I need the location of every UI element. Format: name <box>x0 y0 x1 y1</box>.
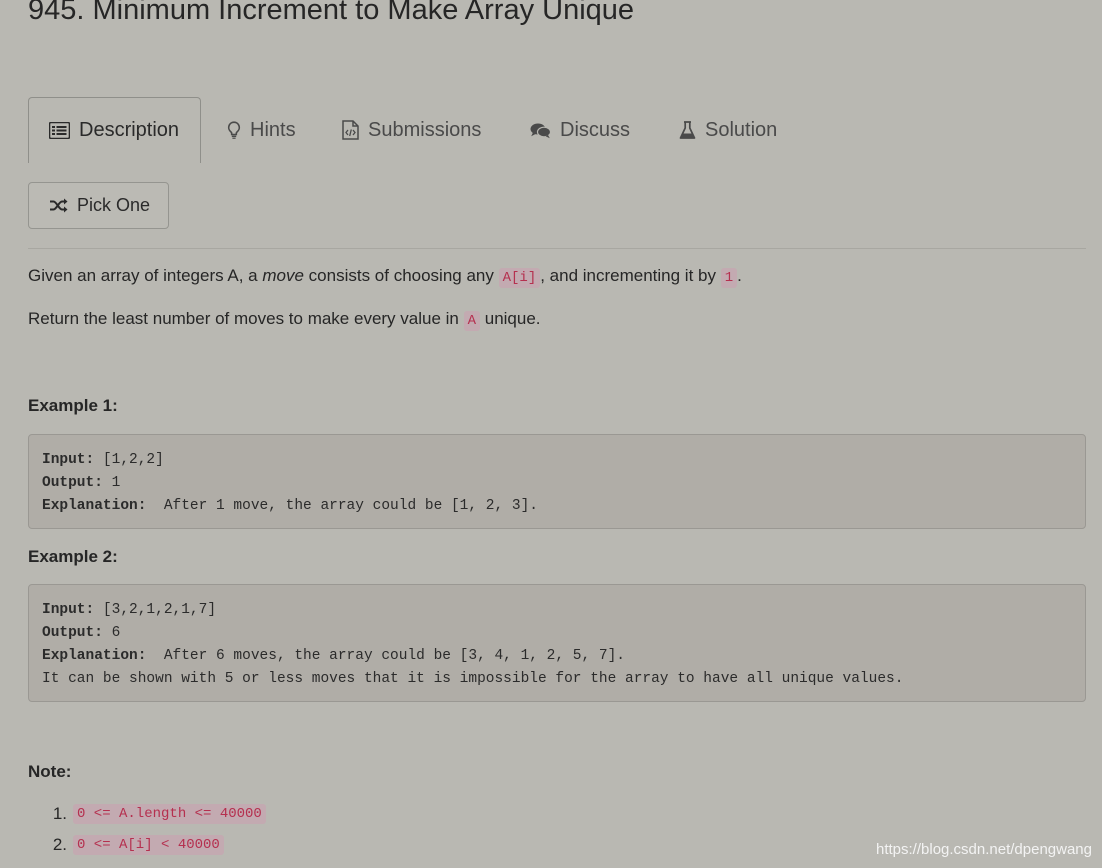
output-value: 6 <box>102 625 121 641</box>
lightbulb-icon <box>227 121 241 139</box>
description-line-2: Return the least number of moves to make… <box>28 309 541 331</box>
divider <box>28 248 1086 249</box>
input-label: Input: <box>42 602 95 618</box>
output-label: Output: <box>42 475 103 491</box>
comments-icon <box>530 122 551 139</box>
list-icon <box>49 122 70 139</box>
tab-label: Description <box>79 119 180 141</box>
explanation-value: After 1 move, the array could be [1, 2, … <box>146 498 538 514</box>
input-value: [3,2,1,2,1,7] <box>94 602 217 618</box>
flask-icon <box>679 120 696 140</box>
note-heading: Note: <box>28 762 72 781</box>
inline-code: 0 <= A[i] < 40000 <box>73 835 224 855</box>
tab-label: Solution <box>705 118 778 141</box>
list-number: 1. <box>52 804 67 823</box>
explanation-label: Explanation: <box>42 498 147 514</box>
description-text: Return the least number of moves to make… <box>28 309 464 328</box>
pick-one-label: Pick One <box>77 195 151 215</box>
watermark: https://blog.csdn.net/dpengwang <box>876 841 1092 858</box>
list-number: 2. <box>52 835 67 854</box>
example-1-heading: Example 1: <box>28 396 118 415</box>
inline-code: 1 <box>720 268 738 288</box>
inline-code: A <box>463 311 481 331</box>
explanation-extra: It can be shown with 5 or less moves tha… <box>42 671 904 687</box>
explanation-value: After 6 moves, the array could be [3, 4,… <box>146 648 625 664</box>
explanation-label: Explanation: <box>42 648 147 664</box>
description-text: unique. <box>480 309 541 328</box>
example-2-heading: Example 2: <box>28 547 118 566</box>
tab-description[interactable]: Description <box>28 97 201 163</box>
emphasis-move: move <box>262 266 304 285</box>
tab-solution[interactable]: Solution <box>679 97 777 163</box>
description-text: , and incrementing it by <box>540 266 721 285</box>
list-item: 2. 0 <= A[i] < 40000 <box>28 835 224 855</box>
tab-label: Discuss <box>560 118 631 141</box>
description-text: consists of choosing any <box>303 266 499 285</box>
tab-label: Hints <box>250 118 296 141</box>
problem-title: 945. Minimum Increment to Make Array Uni… <box>28 0 635 26</box>
inline-code: 0 <= A.length <= 40000 <box>73 804 266 824</box>
input-label: Input: <box>42 452 95 468</box>
shuffle-icon <box>49 198 68 213</box>
problem-page: 945. Minimum Increment to Make Array Uni… <box>0 0 1102 868</box>
output-label: Output: <box>42 625 103 641</box>
tab-label: Submissions <box>368 118 482 141</box>
tab-discuss[interactable]: Discuss <box>530 97 630 163</box>
inline-code: A[i] <box>498 268 541 288</box>
description-text: . <box>737 266 742 285</box>
tab-bar: Description Hints Submissions Discuss So… <box>28 97 1086 163</box>
tab-submissions[interactable]: Submissions <box>342 97 481 163</box>
list-item: 1. 0 <= A.length <= 40000 <box>28 804 266 824</box>
code-file-icon <box>342 120 359 140</box>
output-value: 1 <box>102 475 121 491</box>
tab-hints[interactable]: Hints <box>227 97 296 163</box>
example-2-block: Input: [3,2,1,2,1,7] Output: 6 Explanati… <box>28 584 1086 702</box>
input-value: [1,2,2] <box>94 452 164 468</box>
description-line-1: Given an array of integers A, a move con… <box>28 266 742 288</box>
example-1-block: Input: [1,2,2] Output: 1 Explanation: Af… <box>28 434 1086 529</box>
pick-one-button[interactable]: Pick One <box>28 182 169 229</box>
description-text: Given an array of integers A, a <box>28 266 263 285</box>
